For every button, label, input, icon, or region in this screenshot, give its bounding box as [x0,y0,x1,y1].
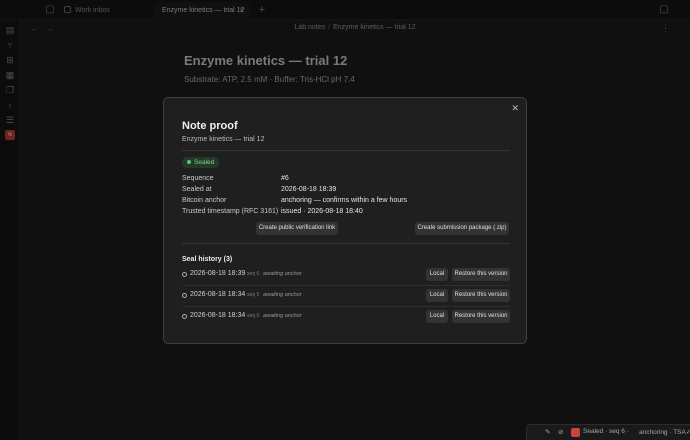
history-circle-icon [182,272,187,277]
history-status: awaiting anchor [263,271,302,277]
modal-title: Note proof [182,120,238,132]
status-dot-icon [187,159,191,164]
note-proof-modal: ✕ Note proof Enzyme kinetics — trial 12 … [163,97,527,344]
history-date: 2026-08-18 18:34 [190,312,246,319]
history-circle-icon [182,293,187,298]
history-status: awaiting anchor [263,292,302,298]
history-row: 2026-08-18 18:34 seq 0 awaiting anchor L… [182,307,510,328]
history-seq: seq 5 [247,292,260,298]
history-circle-icon [182,314,187,319]
field-value-sequence: #6 [281,175,289,182]
restore-version-button[interactable]: Restore this version [452,268,510,281]
seal-status-text[interactable]: Sealed · seq 6 · [583,428,629,435]
local-button[interactable]: Local [426,268,448,281]
edit-pencil-icon[interactable]: ✎ [545,428,550,436]
anchor-status-text[interactable]: anchoring · TSA✓ [639,428,690,436]
field-label-bitcoin-anchor: Bitcoin anchor [182,197,227,204]
field-value-trusted-timestamp: issued · 2026-08-18 18:40 [281,208,363,215]
modal-subtitle: Enzyme kinetics — trial 12 [182,136,265,143]
create-verification-link-button[interactable]: Create public verification link [256,222,338,235]
close-icon[interactable]: ✕ [511,103,519,114]
history-seq: seq 6 [247,271,260,277]
local-button[interactable]: Local [426,310,448,323]
create-submission-package-button[interactable]: Create submission package (.zip) [415,222,509,235]
history-status: awaiting anchor [263,313,302,319]
history-date: 2026-08-18 18:34 [190,291,246,298]
divider [182,150,510,151]
seal-history-title: Seal history (3) [182,256,233,263]
app-window: ▢ Work inbox Enzyme kinetics — trial 12 … [0,0,690,440]
status-badge: Sealed [182,157,220,168]
divider [182,243,510,244]
field-value-sealed-at: 2026-08-18 18:39 [281,186,337,193]
local-button[interactable]: Local [426,289,448,302]
field-label-sealed-at: Sealed at [182,186,212,193]
field-value-bitcoin-anchor: anchoring — confirms within a few hours [281,197,408,204]
field-label-trusted-timestamp: Trusted timestamp (RFC 3161) [182,208,279,215]
history-row: 2026-08-18 18:34 seq 5 awaiting anchor L… [182,286,510,307]
restore-version-button[interactable]: Restore this version [452,310,510,323]
history-date: 2026-08-18 18:39 [190,270,246,277]
seal-plugin-icon[interactable] [571,428,580,437]
unsynced-icon[interactable]: ⊘ [558,428,563,436]
restore-version-button[interactable]: Restore this version [452,289,510,302]
status-bar: ✎ ⊘ Sealed · seq 6 · anchoring · TSA✓ [526,424,690,440]
field-label-sequence: Sequence [182,175,214,182]
history-seq: seq 0 [247,313,260,319]
history-row: 2026-08-18 18:39 seq 6 awaiting anchor L… [182,265,510,286]
